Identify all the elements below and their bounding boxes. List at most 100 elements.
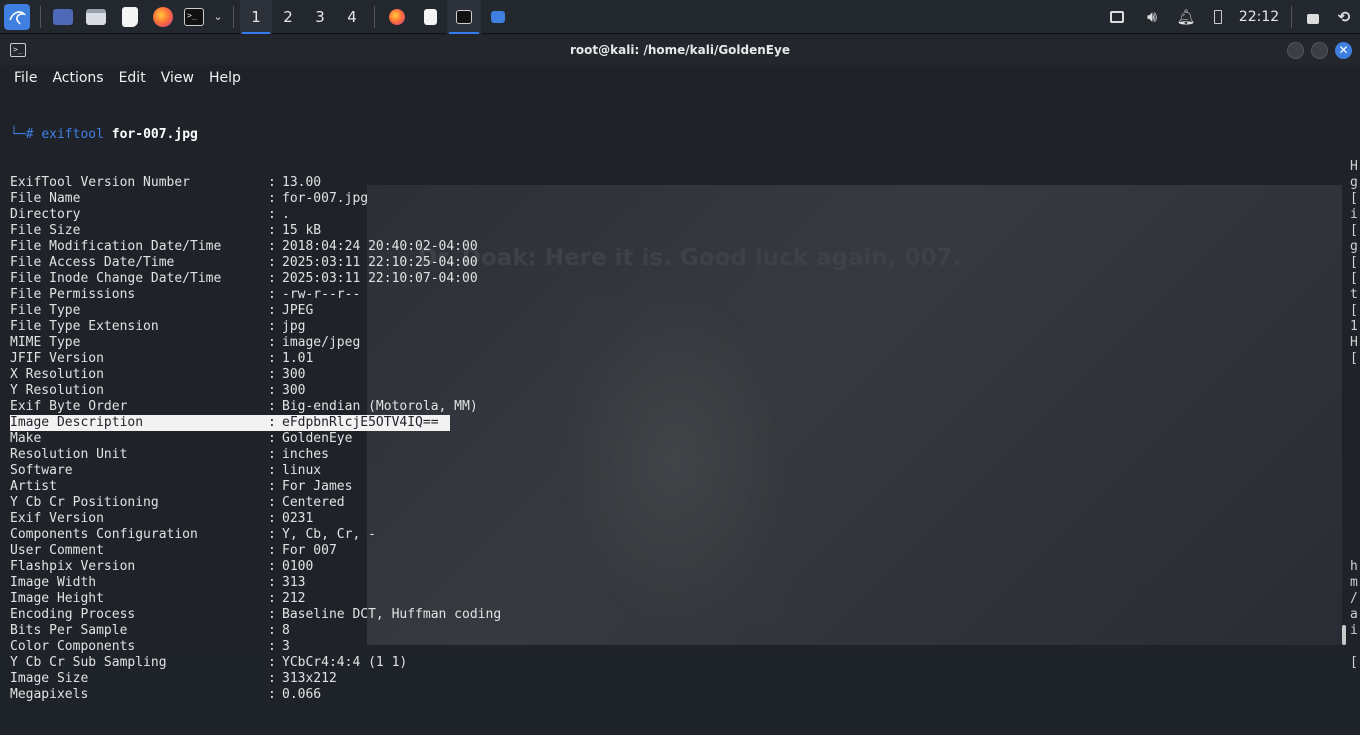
workspace-1[interactable]: 1 [240,0,272,34]
firefox-button[interactable] [147,0,179,34]
exif-row: File Type: JPEG [10,303,1340,319]
exif-separator: : [268,191,284,206]
exif-separator: : [268,543,284,558]
menu-actions[interactable]: Actions [52,70,103,86]
task-text-editor[interactable] [413,0,447,34]
exif-row: Directory: . [10,207,1340,223]
kali-menu-button[interactable] [0,0,34,34]
edge-char [1350,415,1360,431]
exif-key: Flashpix Version [10,559,136,574]
exif-value: 2018:04:24 20:40:02-04:00 [282,239,478,254]
exif-separator: : [268,447,284,462]
exif-separator: : [268,335,284,350]
exif-row: JFIF Version: 1.01 [10,351,1340,367]
exif-row: Software: linux [10,463,1340,479]
exif-row: Flashpix Version: 0100 [10,559,1340,575]
exif-key: Bits Per Sample [10,623,128,638]
exif-key: Resolution Unit [10,447,128,462]
text-editor-button[interactable] [113,0,147,34]
exif-value: -rw-r--r-- [282,287,361,302]
edge-char [1350,95,1360,111]
exif-value: Centered [282,495,345,510]
close-button[interactable]: ✕ [1335,42,1352,59]
file-manager-button[interactable] [79,0,113,34]
exif-row: Y Cb Cr Positioning: Centered [10,495,1340,511]
exif-separator: : [268,287,284,302]
menu-help[interactable]: Help [209,70,241,86]
exif-value: Baseline DCT, Huffman coding [282,607,502,622]
exif-row-content: File Type: JPEG [10,303,313,319]
exif-value: 300 [282,383,306,398]
exif-key: JFIF Version [10,351,104,366]
volume-icon[interactable]: 🔊︎ [1135,0,1169,34]
menu-view[interactable]: View [161,70,194,86]
battery-button[interactable] [1203,0,1233,34]
task-firefox[interactable] [381,0,413,34]
workspace-3[interactable]: 3 [304,0,336,34]
edge-char: i [1350,207,1358,222]
exif-key: File Type [10,303,81,318]
edge-char: t [1350,287,1358,302]
task-app[interactable] [481,0,515,34]
exif-row-content: Artist: For James [10,479,352,495]
exif-row-content: Directory: . [10,207,290,223]
logout-icon[interactable]: ⟲ [1328,0,1360,34]
scrollbar[interactable] [1342,625,1346,645]
exif-value: . [282,207,290,222]
workspace-4[interactable]: 4 [336,0,368,34]
exif-value: 2025:03:11 22:10:07-04:00 [282,271,478,286]
exif-row: File Modification Date/Time: 2018:04:24 … [10,239,1340,255]
terminal-output[interactable]: └─# exiftool for-007.jpg ExifTool Versio… [10,95,1340,735]
chevron-down-icon[interactable]: ⌄ [209,0,227,34]
exif-row-content: Y Cb Cr Sub Sampling: YCbCr4:4:4 (1 1) [10,655,407,671]
exif-key: File Access Date/Time [10,255,175,270]
edge-char [1350,511,1360,527]
exif-key: Directory [10,207,81,222]
exif-row: MIME Type: image/jpeg [10,335,1340,351]
exif-row-content: Image Width: 313 [10,575,305,591]
exif-separator: : [268,271,284,286]
command-argument: for-007.jpg [111,127,198,142]
exif-key: File Type Extension [10,319,159,334]
minimize-button[interactable] [1287,42,1304,59]
exif-row-content: File Modification Date/Time: 2018:04:24 … [10,239,478,255]
exif-row: Image Description: eFdpbnRlcjE5OTV4IQ== [10,415,1340,431]
task-terminal[interactable] [447,0,481,34]
exif-key: Components Configuration [10,527,198,542]
edge-char [1350,687,1360,703]
notification-bell-icon[interactable]: 🔔︎ [1169,0,1203,34]
exif-row: File Name: for-007.jpg [10,191,1340,207]
prompt-line: └─# exiftool for-007.jpg [10,127,1340,143]
menu-edit[interactable]: Edit [119,70,146,86]
exif-row-content: ExifTool Version Number: 13.00 [10,175,321,191]
menu-file[interactable]: File [14,70,37,86]
maximize-button[interactable] [1311,42,1328,59]
edge-char [1350,383,1360,399]
exif-row: Bits Per Sample: 8 [10,623,1340,639]
exif-value: eFdpbnRlcjE5OTV4IQ== [282,415,439,430]
edge-char [1350,463,1360,479]
exif-row-content: Resolution Unit: inches [10,447,329,463]
clock[interactable]: 22:12 [1233,0,1285,34]
terminal-icon [456,9,472,24]
window-titlebar[interactable]: >_ root@kali: /home/kali/GoldenEye ✕ [0,35,1360,65]
edge-char [1350,543,1360,559]
exif-row: Encoding Process: Baseline DCT, Huffman … [10,607,1340,623]
lock-screen-button[interactable] [1298,0,1328,34]
exif-value: For 007 [282,543,337,558]
exif-separator: : [268,175,284,190]
exif-key: Image Width [10,575,97,590]
terminal-launcher-button[interactable]: >_ [179,0,209,34]
exif-row: File Inode Change Date/Time: 2025:03:11 … [10,271,1340,287]
exif-key: Make [10,431,42,446]
show-desktop-button[interactable] [47,0,79,34]
exif-row-content: File Inode Change Date/Time: 2025:03:11 … [10,271,478,287]
exif-row: Image Height: 212 [10,591,1340,607]
exif-key: Exif Byte Order [10,399,128,414]
network-button[interactable] [1099,0,1135,34]
workspace-2[interactable]: 2 [272,0,304,34]
exif-row: Components Configuration: Y, Cb, Cr, - [10,527,1340,543]
firefox-icon [389,8,405,25]
edge-char: [ [1350,191,1358,206]
exif-value: for-007.jpg [282,191,369,206]
